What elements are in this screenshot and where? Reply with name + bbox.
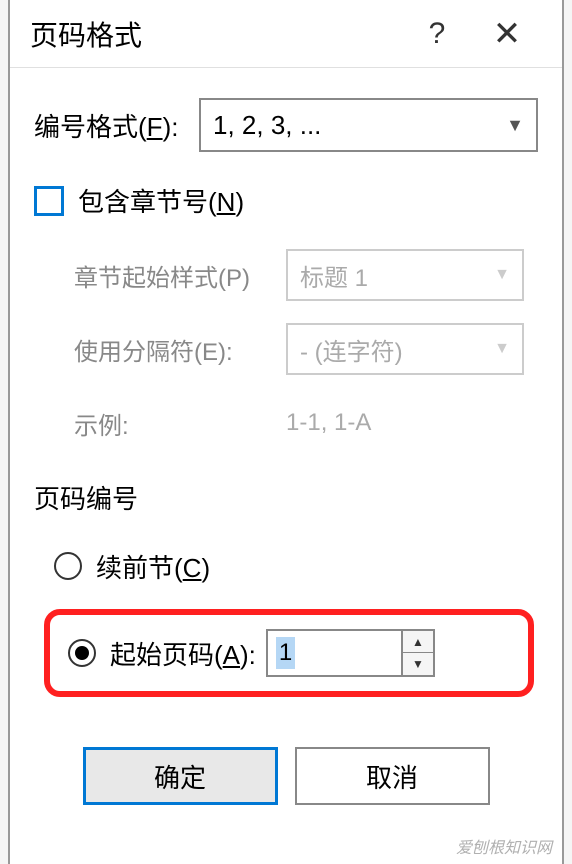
help-button[interactable]: ? — [402, 17, 472, 51]
page-number-format-dialog: 页码格式 ? ✕ 编号格式(F): 1, 2, 3, ... ▼ 包含章节号(N… — [8, 0, 564, 864]
chevron-down-icon: ▼ — [494, 340, 510, 358]
start-at-label: 起始页码(A): — [110, 635, 256, 672]
spinner-up-button[interactable]: ▲ — [403, 631, 433, 653]
watermark-text: 爱刨根知识网 — [456, 834, 552, 858]
background-right-edge — [564, 0, 572, 864]
include-chapter-row: 包含章节号(N) — [34, 182, 538, 219]
separator-dropdown: - (连字符) ▼ — [286, 323, 524, 375]
chapter-style-row: 章节起始样式(P) 标题 1 ▼ — [74, 249, 538, 301]
number-format-value: 1, 2, 3, ... — [213, 110, 506, 141]
include-chapter-checkbox[interactable] — [34, 186, 64, 216]
separator-row: 使用分隔符(E): - (连字符) ▼ — [74, 323, 538, 375]
number-format-row: 编号格式(F): 1, 2, 3, ... ▼ — [34, 98, 538, 152]
start-at-input[interactable]: 1 — [266, 629, 401, 677]
background-left-edge — [0, 0, 8, 864]
continue-label: 续前节(C) — [96, 548, 210, 585]
titlebar: 页码格式 ? ✕ — [10, 0, 562, 68]
start-at-highlight: 起始页码(A): 1 ▲ ▼ — [44, 609, 534, 697]
dialog-content: 编号格式(F): 1, 2, 3, ... ▼ 包含章节号(N) 章节起始样式(… — [10, 68, 562, 805]
separator-label: 使用分隔符(E): — [74, 332, 286, 367]
start-at-spinner: 1 ▲ ▼ — [266, 629, 435, 677]
number-format-label: 编号格式(F): — [34, 107, 199, 144]
chapter-style-value: 标题 1 — [300, 258, 494, 293]
include-chapter-label: 包含章节号(N) — [78, 182, 244, 219]
continue-radio[interactable] — [54, 552, 82, 580]
example-label: 示例: — [74, 406, 286, 441]
numbering-section-title: 页码编号 — [34, 479, 538, 516]
example-row: 示例: 1-1, 1-A — [74, 397, 538, 449]
chapter-style-label: 章节起始样式(P) — [74, 258, 286, 293]
chevron-down-icon: ▼ — [494, 266, 510, 284]
number-format-dropdown[interactable]: 1, 2, 3, ... ▼ — [199, 98, 538, 152]
ok-button[interactable]: 确定 — [83, 747, 278, 805]
button-bar: 确定 取消 — [34, 747, 538, 805]
chevron-down-icon: ▼ — [506, 115, 524, 136]
cancel-button[interactable]: 取消 — [295, 747, 490, 805]
continue-from-previous-row[interactable]: 续前节(C) — [34, 541, 538, 591]
spinner-buttons: ▲ ▼ — [401, 629, 435, 677]
separator-value: - (连字符) — [300, 332, 494, 367]
start-at-value: 1 — [276, 637, 295, 669]
example-value: 1-1, 1-A — [286, 409, 371, 437]
start-at-radio[interactable] — [68, 639, 96, 667]
dialog-title: 页码格式 — [30, 14, 402, 54]
chapter-options-section: 章节起始样式(P) 标题 1 ▼ 使用分隔符(E): - (连字符) ▼ 示例:… — [34, 249, 538, 449]
close-button[interactable]: ✕ — [472, 14, 542, 54]
spinner-down-button[interactable]: ▼ — [403, 653, 433, 675]
chapter-style-dropdown: 标题 1 ▼ — [286, 249, 524, 301]
